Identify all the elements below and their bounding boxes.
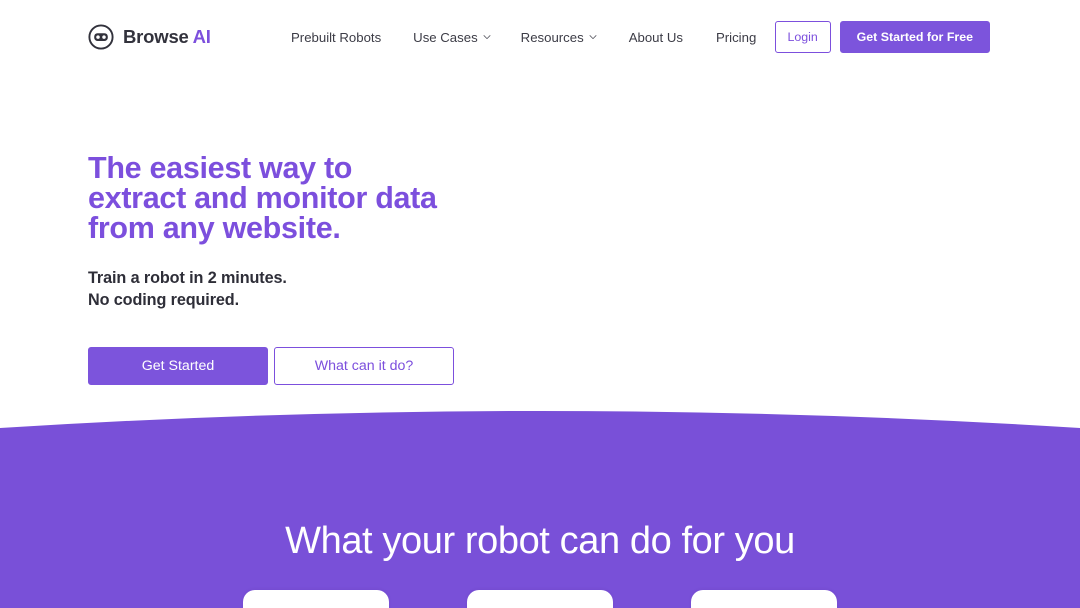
brand-wordmark: Browse AI bbox=[123, 25, 211, 47]
hero-illustration-placeholder bbox=[620, 120, 1020, 370]
hero-headline-line-3: from any website. bbox=[88, 211, 341, 245]
nav-label: Prebuilt Robots bbox=[291, 30, 382, 45]
feature-card[interactable] bbox=[243, 590, 389, 608]
feature-card[interactable] bbox=[467, 590, 613, 608]
hero-headline-line-1: The easiest way to bbox=[88, 151, 353, 185]
nav-label: Resources bbox=[520, 30, 584, 45]
header-actions: Login Get Started for Free bbox=[774, 21, 990, 53]
hero-subheadline: Train a robot in 2 minutes. No coding re… bbox=[88, 267, 608, 311]
chevron-down-icon bbox=[589, 33, 597, 41]
hero-subheadline-line-1: Train a robot in 2 minutes. bbox=[88, 269, 287, 287]
hero-section: The easiest way to extract and monitor d… bbox=[88, 153, 608, 385]
get-started-button[interactable]: Get Started bbox=[88, 347, 268, 385]
feature-cards-row bbox=[0, 590, 1080, 608]
robot-face-icon bbox=[88, 24, 114, 50]
features-section-content: What your robot can do for you bbox=[0, 398, 1080, 608]
site-header: Browse AI Prebuilt Robots Use Cases Resou… bbox=[0, 0, 1080, 76]
feature-card[interactable] bbox=[691, 590, 837, 608]
nav-item-resources[interactable]: Resources bbox=[521, 29, 597, 46]
what-can-it-do-button[interactable]: What can it do? bbox=[274, 347, 454, 385]
get-started-for-free-button[interactable]: Get Started for Free bbox=[839, 21, 990, 53]
nav-item-prebuilt-robots[interactable]: Prebuilt Robots bbox=[291, 29, 381, 46]
page-root: Browse AI Prebuilt Robots Use Cases Resou… bbox=[0, 0, 1080, 608]
hero-cta-group: Get Started What can it do? bbox=[88, 347, 608, 385]
main-navigation: Prebuilt Robots Use Cases Resources Abou… bbox=[291, 29, 756, 46]
nav-label: Use Cases bbox=[413, 30, 478, 45]
hero-headline: The easiest way to extract and monitor d… bbox=[88, 151, 608, 245]
hero-headline-line-2: extract and monitor data bbox=[88, 181, 437, 215]
brand-logo-link[interactable]: Browse AI bbox=[88, 24, 211, 50]
nav-item-use-cases[interactable]: Use Cases bbox=[413, 29, 491, 46]
brand-name-primary: Browse bbox=[123, 25, 189, 47]
features-section-heading: What your robot can do for you bbox=[285, 520, 795, 562]
hero-subheadline-line-2: No coding required. bbox=[88, 291, 239, 309]
features-section: What your robot can do for you bbox=[0, 398, 1080, 608]
nav-item-about-us[interactable]: About Us bbox=[629, 29, 683, 46]
nav-label: About Us bbox=[628, 30, 683, 45]
login-button[interactable]: Login bbox=[774, 21, 831, 53]
nav-label: Pricing bbox=[715, 30, 757, 45]
chevron-down-icon bbox=[483, 33, 491, 41]
brand-name-accent: AI bbox=[192, 25, 211, 47]
nav-item-pricing[interactable]: Pricing bbox=[716, 29, 756, 46]
